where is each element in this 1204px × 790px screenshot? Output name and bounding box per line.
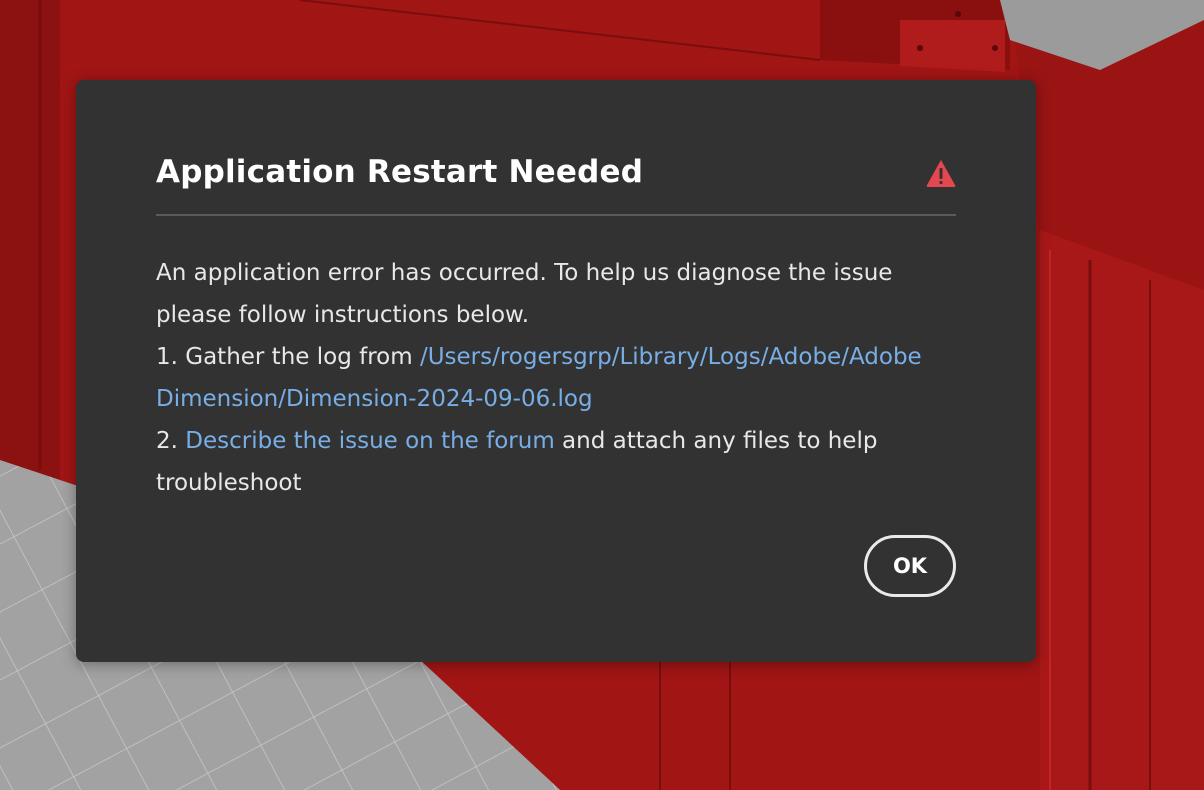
alert-icon xyxy=(926,160,956,187)
step-1-prefix: 1. Gather the log from xyxy=(156,344,420,370)
ok-button[interactable]: OK xyxy=(864,535,956,597)
step-2-prefix: 2. xyxy=(156,428,186,454)
dialog-header: Application Restart Needed xyxy=(156,152,956,216)
step-1: 1. Gather the log from /Users/rogersgrp/… xyxy=(156,336,966,420)
dialog-title: Application Restart Needed xyxy=(156,154,644,190)
restart-dialog: Application Restart Needed An applicatio… xyxy=(76,80,1036,662)
dialog-body: An application error has occurred. To he… xyxy=(156,252,966,504)
forum-link[interactable]: Describe the issue on the forum xyxy=(185,428,554,454)
step-2: 2. Describe the issue on the forum and a… xyxy=(156,420,966,504)
intro-text: An application error has occurred. To he… xyxy=(156,260,893,328)
